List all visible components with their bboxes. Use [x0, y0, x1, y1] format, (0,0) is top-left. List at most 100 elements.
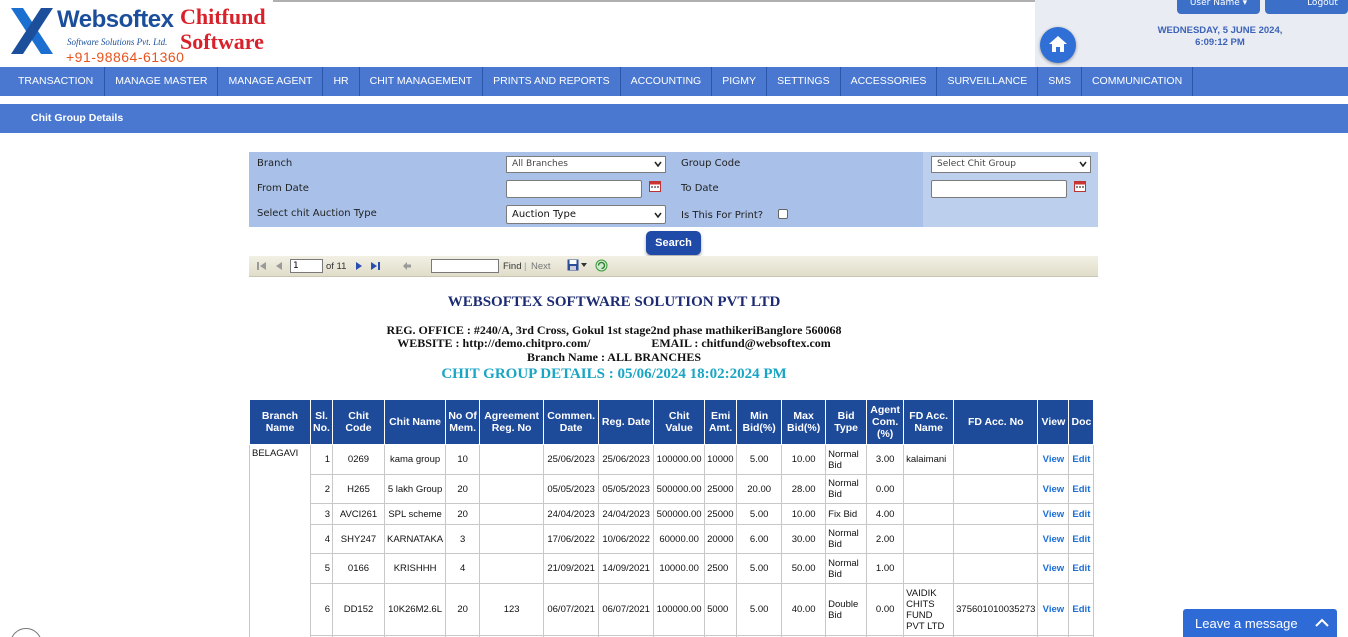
- col-header: Chit Value: [653, 399, 706, 445]
- current-time: 6:09:12 PM: [1195, 37, 1245, 48]
- nav-accounting[interactable]: ACCOUNTING: [621, 67, 713, 96]
- branch-select-value: All Branches: [512, 159, 568, 169]
- cell-code: SHY247: [332, 524, 385, 554]
- cell-sl: 6: [310, 583, 333, 636]
- logo-software: Software: [180, 29, 264, 54]
- accessibility-widget[interactable]: [10, 628, 42, 637]
- report-branch: Branch Name : ALL BRANCHES: [526, 350, 702, 364]
- logo-phone: +91-98864-61360: [66, 49, 185, 65]
- to-date-input[interactable]: [931, 180, 1067, 198]
- search-button[interactable]: Search: [646, 231, 701, 255]
- edit-link[interactable]: Edit: [1072, 454, 1090, 465]
- view-link[interactable]: View: [1043, 604, 1064, 615]
- cell-bid-type: Normal Bid: [825, 553, 868, 584]
- leave-message-button[interactable]: Leave a message: [1183, 609, 1337, 637]
- find-input[interactable]: [431, 259, 499, 273]
- nav-chit-management[interactable]: CHIT MANAGEMENT: [360, 67, 484, 96]
- view-link[interactable]: View: [1043, 534, 1064, 545]
- next-page-icon[interactable]: [355, 261, 363, 271]
- find-link[interactable]: Find: [503, 261, 521, 272]
- cell-reg-date: 25/06/2023: [598, 444, 655, 475]
- cell-reg-date: 06/07/2021: [598, 583, 655, 636]
- edit-link[interactable]: Edit: [1072, 604, 1090, 615]
- from-date-input[interactable]: [506, 180, 642, 198]
- cell-bid-type: Normal Bid: [825, 524, 868, 554]
- cell-name: SPL scheme: [383, 503, 447, 525]
- nav-surveillance[interactable]: SURVEILLANCE: [937, 67, 1039, 96]
- cell-emi: 2500: [704, 553, 738, 584]
- report-contact: WEBSITE : http://demo.chitpro.com/ EMAIL…: [249, 336, 979, 351]
- cell-bid-type: Normal Bid: [825, 444, 868, 475]
- view-link[interactable]: View: [1043, 563, 1064, 574]
- cell-agreement: [479, 444, 545, 475]
- edit-link[interactable]: Edit: [1072, 484, 1090, 495]
- cell-min-bid: 5.00: [736, 583, 783, 636]
- export-dropdown-icon[interactable]: [581, 263, 587, 267]
- nav-communication[interactable]: COMMUNICATION: [1082, 67, 1194, 96]
- table-row: 6 DD152 10K26M2.6L 20 123 06/07/2021 06/…: [250, 583, 1095, 636]
- nav-manage-master[interactable]: MANAGE MASTER: [105, 67, 219, 96]
- cell-max-bid: 10.00: [781, 444, 827, 475]
- user-name-button[interactable]: User Name ▾: [1177, 0, 1260, 14]
- nav-settings[interactable]: SETTINGS: [767, 67, 841, 96]
- col-header: Branch Name: [249, 399, 311, 445]
- edit-link[interactable]: Edit: [1072, 509, 1090, 520]
- cell-max-bid: 50.00: [781, 553, 827, 584]
- back-icon[interactable]: [402, 261, 412, 271]
- edit-link[interactable]: Edit: [1072, 534, 1090, 545]
- refresh-icon[interactable]: [595, 259, 608, 272]
- view-link[interactable]: View: [1043, 509, 1064, 520]
- branch-label: Branch: [257, 158, 293, 169]
- cell-agent-com: 2.00: [866, 524, 905, 554]
- page-number-input[interactable]: 1: [290, 259, 323, 273]
- next-link[interactable]: Next: [531, 261, 551, 272]
- calendar-icon[interactable]: [1074, 180, 1086, 192]
- cell-code: 0166: [332, 553, 385, 584]
- view-link[interactable]: View: [1043, 454, 1064, 465]
- table-row: 3 AVCI261 SPL scheme 20 24/04/2023 24/04…: [250, 503, 1095, 525]
- nav-pigmy[interactable]: PIGMY: [712, 67, 768, 96]
- nav-sms[interactable]: SMS: [1038, 67, 1082, 96]
- table-row: 2 H265 5 lakh Group 20 05/05/2023 05/05/…: [250, 474, 1095, 504]
- edit-link[interactable]: Edit: [1072, 563, 1090, 574]
- auction-type-select[interactable]: Auction Type: [506, 205, 666, 224]
- cell-agreement: [479, 474, 545, 504]
- cell-sl: 3: [310, 503, 333, 525]
- main-nav: TRANSACTION MANAGE MASTER MANAGE AGENT H…: [0, 67, 1348, 96]
- nav-prints-and-reports[interactable]: PRINTS AND REPORTS: [483, 67, 621, 96]
- cell-fd-no: 375601010035273: [953, 583, 1039, 636]
- cell-members: 20: [445, 503, 481, 525]
- logo[interactable]: Websoftex Software Solutions Pvt. Ltd. +…: [0, 0, 273, 67]
- datetime: WEDNESDAY, 5 JUNE 2024, 6:09:12 PM: [1140, 25, 1300, 49]
- auction-type-value: Auction Type: [512, 209, 576, 220]
- group-code-value: Select Chit Group: [937, 159, 1016, 169]
- previous-page-icon[interactable]: [275, 261, 283, 271]
- nav-hr[interactable]: HR: [323, 67, 360, 96]
- group-code-select[interactable]: Select Chit Group: [931, 156, 1091, 173]
- cell-emi: 5000: [704, 583, 738, 636]
- calendar-icon[interactable]: [649, 180, 661, 192]
- nav-manage-agent[interactable]: MANAGE AGENT: [218, 67, 324, 96]
- cell-fd-name: [903, 503, 955, 525]
- branch-select[interactable]: All Branches: [506, 156, 666, 173]
- cell-fd-no: [953, 444, 1039, 475]
- cell-max-bid: 28.00: [781, 474, 827, 504]
- cell-reg-date: 24/04/2023: [598, 503, 655, 525]
- logout-button[interactable]: Logout: [1297, 0, 1348, 14]
- branch-cell: BELAGAVI: [249, 444, 311, 637]
- nav-transaction[interactable]: TRANSACTION: [0, 67, 106, 96]
- col-header: FD Acc. No: [953, 399, 1039, 445]
- cell-name: kama group: [383, 444, 447, 475]
- chevron-up-icon: [1315, 618, 1329, 627]
- last-page-icon[interactable]: [370, 261, 381, 271]
- cell-agent-com: 3.00: [866, 444, 905, 475]
- view-link[interactable]: View: [1043, 484, 1064, 495]
- print-checkbox[interactable]: [778, 209, 788, 219]
- export-save-icon[interactable]: [567, 259, 579, 271]
- col-header: View: [1037, 399, 1070, 445]
- first-page-icon[interactable]: [257, 261, 267, 271]
- home-button[interactable]: [1040, 27, 1076, 63]
- cell-min-bid: 5.00: [736, 553, 783, 584]
- nav-accessories[interactable]: ACCESSORIES: [841, 67, 938, 96]
- auction-type-label: Select chit Auction Type: [257, 208, 377, 219]
